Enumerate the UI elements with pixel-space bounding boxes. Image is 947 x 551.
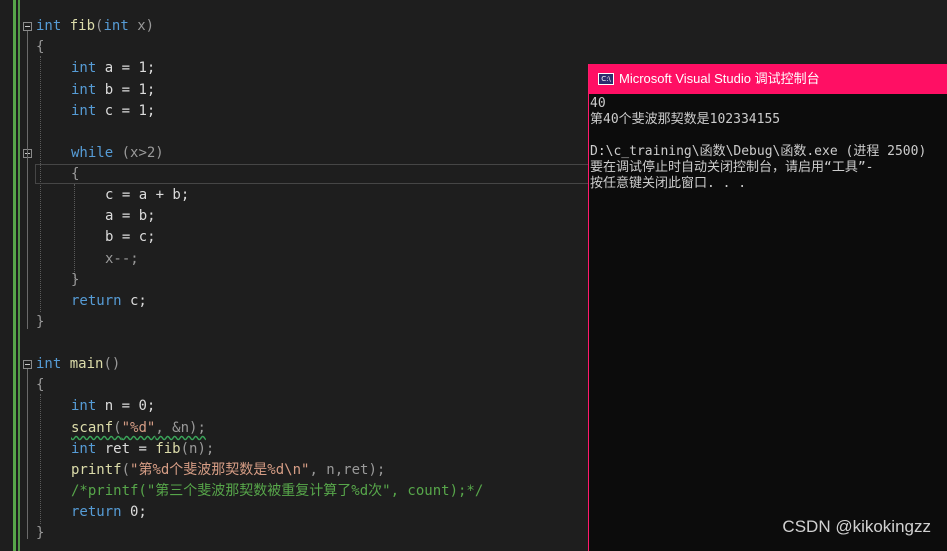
- code-line-assign-b[interactable]: b = c;: [105, 227, 156, 247]
- paren: (): [103, 356, 121, 372]
- indent-guide: [74, 184, 75, 280]
- console-output-line: 第40个斐波那契数是102334155: [590, 112, 781, 127]
- code-line-while[interactable]: while (x>2): [71, 143, 164, 163]
- args: , n,ret);: [309, 462, 386, 478]
- fold-line-while: [27, 158, 28, 288]
- watermark: CSDN @kikokingzz: [782, 517, 931, 536]
- keyword-int: int: [36, 18, 62, 34]
- code-line-assign-c[interactable]: c = a + b;: [105, 185, 189, 205]
- console-titlebar[interactable]: C:\ Microsoft Visual Studio 调试控制台: [589, 64, 947, 94]
- keyword-int: int: [71, 82, 97, 98]
- code-line-brace[interactable]: {: [36, 37, 44, 57]
- keyword-int: int: [71, 441, 97, 457]
- collapse-fib-icon[interactable]: [23, 22, 32, 31]
- code-line-decl-n[interactable]: int n = 0;: [71, 396, 155, 416]
- statement-text: n = 0;: [96, 398, 156, 414]
- code-line-comment[interactable]: /*printf("第三个斐波那契数被重复计算了%d次", count);*/: [71, 481, 483, 501]
- keyword-int: int: [36, 356, 62, 372]
- code-line-brace[interactable]: {: [71, 164, 79, 184]
- keyword-int: int: [71, 103, 97, 119]
- statement-text: c = 1;: [96, 103, 156, 119]
- statement-text: 0;: [121, 504, 147, 520]
- statement-text: c;: [121, 293, 147, 309]
- code-line-main-signature[interactable]: int main(): [36, 354, 120, 374]
- statement-text: ret =: [96, 441, 156, 457]
- code-line-assign-a[interactable]: a = b;: [105, 206, 156, 226]
- args: , &n);: [155, 420, 206, 436]
- code-line-brace[interactable]: }: [36, 312, 44, 332]
- keyword-int: int: [71, 398, 97, 414]
- param: x): [128, 18, 155, 34]
- function-name: printf: [71, 462, 122, 478]
- function-name: scanf: [71, 420, 114, 436]
- console-output-line: 按任意键关闭此窗口. . .: [590, 176, 747, 191]
- fold-line-main: [27, 369, 28, 539]
- code-line-brace[interactable]: }: [71, 270, 79, 290]
- code-line-decl-c[interactable]: int c = 1;: [71, 101, 155, 121]
- string-literal: "%d": [121, 420, 156, 436]
- collapse-main-icon[interactable]: [23, 360, 32, 369]
- code-line-brace[interactable]: {: [36, 375, 44, 395]
- console-title: Microsoft Visual Studio 调试控制台: [619, 71, 820, 86]
- console-output-line: 要在调试停止时自动关闭控制台，请启用“工具”-: [590, 160, 874, 175]
- code-line-decl-a[interactable]: int a = 1;: [71, 58, 155, 78]
- keyword-return: return: [71, 293, 122, 309]
- code-line-scanf[interactable]: scanf("%d", &n);: [71, 418, 206, 438]
- code-line-ret[interactable]: int ret = fib(n);: [71, 439, 214, 459]
- function-name: fib: [69, 18, 96, 34]
- code-line-brace[interactable]: }: [36, 523, 44, 543]
- change-margin-indicator: [13, 0, 16, 551]
- keyword-while: while: [71, 145, 114, 161]
- code-line-fib-signature[interactable]: int fib(int x): [36, 16, 154, 36]
- function-name: main: [69, 356, 104, 372]
- console-output-line: D:\c_training\函数\Debug\函数.exe (进程 2500): [590, 144, 927, 159]
- code-line-decrement[interactable]: x--;: [105, 249, 139, 269]
- debug-console-window[interactable]: C:\ Microsoft Visual Studio 调试控制台 40 第40…: [588, 64, 947, 551]
- paren: (: [113, 420, 122, 436]
- condition: (x>2): [113, 145, 164, 161]
- indent-guide: [40, 394, 41, 524]
- code-line-decl-b[interactable]: int b = 1;: [71, 80, 155, 100]
- string-literal: "第%d个斐波那契数是%d\n": [130, 462, 310, 478]
- keyword-int: int: [103, 18, 129, 34]
- args: (n);: [180, 441, 215, 457]
- keyword-return: return: [71, 504, 122, 520]
- code-line-printf[interactable]: printf("第%d个斐波那契数是%d\n", n,ret);: [71, 460, 385, 480]
- keyword-int: int: [71, 60, 97, 76]
- code-line-return-0[interactable]: return 0;: [71, 502, 147, 522]
- function-name: fib: [155, 441, 181, 457]
- statement-text: a = 1;: [96, 60, 156, 76]
- paren: (: [121, 462, 131, 478]
- change-margin-indicator-2: [18, 0, 20, 551]
- indent-guide: [40, 56, 41, 312]
- console-app-icon: C:\: [598, 73, 614, 85]
- code-line-return-c[interactable]: return c;: [71, 291, 147, 311]
- console-output-line: 40: [590, 96, 606, 111]
- statement-text: b = 1;: [96, 82, 156, 98]
